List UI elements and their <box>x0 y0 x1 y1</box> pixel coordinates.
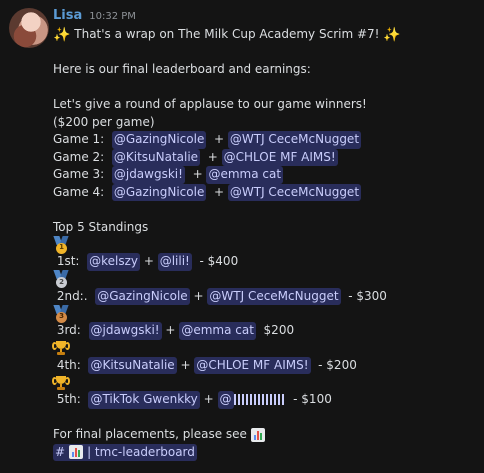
user-mention[interactable]: @emma cat <box>179 322 256 340</box>
intro-text: Here is our final leaderboard and earnin… <box>53 62 311 76</box>
user-mention[interactable]: @lili! <box>157 253 192 271</box>
trophy-icon <box>52 340 70 356</box>
standing-line: 3rd: @jdawgski! + @emma cat $200 <box>53 322 478 340</box>
user-mention[interactable]: @WTJ CeceMcNugget <box>227 183 362 201</box>
avatar[interactable] <box>9 8 49 48</box>
applause-text: Let's give a round of applause to our ga… <box>53 97 367 111</box>
headline-line: ✨ That's a wrap on The Milk Cup Academy … <box>53 26 478 44</box>
user-mention[interactable]: @ <box>217 391 234 409</box>
medal-icon: 3 <box>53 304 69 323</box>
game-line: Game 4: @GazingNicole + @WTJ CeceMcNugge… <box>53 183 478 201</box>
standing-line: 1st: @kelszy + @lili! - $400 <box>53 253 478 271</box>
headline-text: That's a wrap on The Milk Cup Academy Sc… <box>74 27 380 41</box>
game-line: Game 2: @KitsuNatalie + @CHLOE MF AIMS! <box>53 148 478 166</box>
standings-list: 1 1st: @kelszy + @lili! - $400 2 2nd:. @G… <box>52 235 478 409</box>
user-mention[interactable]: @jdawgski! <box>88 322 162 340</box>
standing-icon-line: 2 <box>53 270 478 288</box>
standing-prize: - $400 <box>199 254 239 268</box>
standing-place: 4th: <box>56 357 81 372</box>
final-note-line: For final placements, please see <box>53 426 478 444</box>
standing-place: 5th: <box>56 392 81 406</box>
channel-name: | tmc-leaderboard <box>87 444 195 459</box>
user-mention[interactable]: @GazingNicole <box>95 287 190 305</box>
bar-chart-icon <box>250 427 265 442</box>
medal-icon: 1 <box>53 235 69 254</box>
medal-number: 1 <box>56 242 67 254</box>
separator: + <box>180 357 191 372</box>
user-mention[interactable]: @KitsuNatalie <box>88 356 177 374</box>
user-mention[interactable]: @KitsuNatalie <box>111 148 201 166</box>
standing-prize: - $100 <box>293 392 332 406</box>
separator: + <box>213 184 225 199</box>
game-label: Game 2: <box>53 149 105 164</box>
standing-icon-line: 1 <box>53 235 478 254</box>
standing-prize: - $200 <box>318 357 357 372</box>
channel-hash: # <box>55 444 66 459</box>
standing-icon-line: 3 <box>53 304 478 323</box>
sparkles-icon: ✨ <box>53 26 71 43</box>
channel-link[interactable]: # | tmc-leaderboard <box>53 443 197 461</box>
user-mention[interactable]: @kelszy <box>87 253 140 271</box>
standing-icon-line <box>52 340 478 357</box>
sparkles-icon: ✨ <box>383 26 401 43</box>
prize-note: ($200 per game) <box>53 114 155 129</box>
user-mention[interactable]: @GazingNicole <box>111 131 207 149</box>
separator: + <box>213 132 225 146</box>
separator: + <box>193 288 204 303</box>
user-mention[interactable]: @jdawgski! <box>111 166 185 184</box>
separator: + <box>207 149 218 164</box>
standing-line: 4th: @KitsuNatalie + @CHLOE MF AIMS! - $… <box>53 356 478 374</box>
separator: + <box>165 323 176 337</box>
medal-number: 3 <box>56 311 67 323</box>
separator: + <box>192 167 203 181</box>
medal-number: 2 <box>56 277 67 288</box>
user-mention[interactable]: @WTJ CeceMcNugget <box>207 287 341 305</box>
trophy-icon <box>52 375 70 391</box>
games-list: Game 1: @GazingNicole + @WTJ CeceMcNugge… <box>53 131 478 201</box>
standing-prize: - $300 <box>348 288 387 303</box>
medal-icon: 2 <box>53 270 69 288</box>
game-label: Game 1: <box>53 132 105 146</box>
game-line: Game 1: @GazingNicole + @WTJ CeceMcNugge… <box>53 131 478 149</box>
standing-prize: $200 <box>263 323 295 337</box>
channel-line: # | tmc-leaderboard <box>53 443 478 461</box>
standing-line: 2nd:. @GazingNicole + @WTJ CeceMcNugget … <box>53 287 478 305</box>
standing-icon-line <box>52 374 478 391</box>
separator: + <box>143 254 154 268</box>
game-line: Game 3: @jdawgski! + @emma cat <box>53 166 478 184</box>
game-label: Game 3: <box>53 167 105 181</box>
game-label: Game 4: <box>53 184 105 199</box>
user-mention[interactable]: @CHLOE MF AIMS! <box>194 356 311 374</box>
standing-line: 5th: @TikTok Gwenkky + @ - $100 <box>53 391 478 409</box>
redacted-name <box>233 394 286 406</box>
user-mention[interactable]: @emma cat <box>206 166 284 184</box>
user-mention[interactable]: @GazingNicole <box>111 183 207 201</box>
standings-title: Top 5 Standings <box>53 219 149 234</box>
timestamp: 10:32 PM <box>89 11 136 22</box>
user-mention[interactable]: @WTJ CeceMcNugget <box>227 131 362 149</box>
message-header: Lisa 10:32 PM <box>53 8 136 26</box>
bar-chart-icon <box>69 445 84 460</box>
user-mention[interactable]: @CHLOE MF AIMS! <box>221 148 338 166</box>
message-body: ✨ That's a wrap on The Milk Cup Academy … <box>52 26 478 461</box>
final-note-text: For final placements, please see <box>53 427 247 441</box>
user-mention[interactable]: @TikTok Gwenkky <box>88 391 200 409</box>
chat-message: Lisa 10:32 PM ✨ That's a wrap on The Mil… <box>0 0 484 473</box>
username[interactable]: Lisa <box>53 8 82 23</box>
separator: + <box>203 392 214 406</box>
